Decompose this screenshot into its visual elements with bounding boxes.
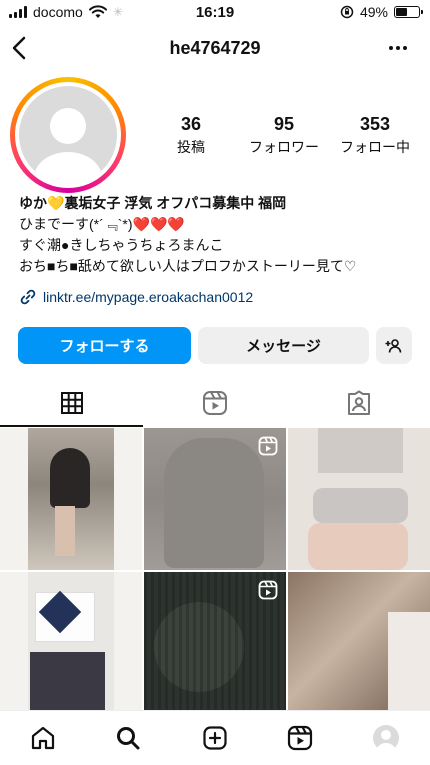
- orientation-lock-icon: [340, 5, 354, 19]
- active-tab-indicator: [0, 425, 143, 427]
- post-thumbnail[interactable]: [0, 428, 142, 570]
- bio-line-2: すぐ潮●きしちゃうちょろまんこ: [19, 237, 224, 253]
- post-thumbnail[interactable]: [288, 428, 430, 570]
- stat-followers-label: フォロワー: [249, 139, 319, 155]
- nav-reels[interactable]: [285, 723, 315, 753]
- nav-search[interactable]: [113, 723, 143, 753]
- profile-username: he4764729: [169, 38, 261, 58]
- reel-icon: [258, 436, 278, 456]
- yellow-heart-icon: 💛: [47, 195, 65, 211]
- search-icon: [117, 727, 140, 750]
- stat-followers[interactable]: 95 フォロワー: [239, 114, 329, 157]
- stat-posts[interactable]: 36 投稿: [146, 114, 236, 157]
- post-grid: [0, 428, 430, 710]
- tab-tagged[interactable]: [287, 380, 430, 426]
- create-post-icon: [203, 726, 227, 750]
- stat-following-label: フォロー中: [340, 139, 410, 155]
- nav-create[interactable]: [200, 723, 230, 753]
- bio-line-3: おち■ち■舐めて欲しい人はプロフかストーリー見て♡: [19, 258, 357, 274]
- post-thumbnail[interactable]: [144, 428, 286, 570]
- tab-reels[interactable]: [143, 380, 286, 426]
- post-thumbnail[interactable]: [0, 572, 142, 710]
- profile-header: he4764729: [0, 28, 430, 68]
- post-thumbnail[interactable]: [144, 572, 286, 710]
- follow-button[interactable]: フォローする: [18, 327, 191, 364]
- nav-home[interactable]: [28, 723, 58, 753]
- more-options-icon[interactable]: [386, 36, 410, 60]
- bio-line-1-text: ひまでーす(*´﹃`*): [19, 216, 133, 232]
- battery-icon: [394, 6, 423, 18]
- default-avatar-icon: [34, 108, 102, 184]
- link-icon: [20, 289, 36, 305]
- home-icon: [31, 726, 55, 750]
- profile-link[interactable]: linktr.ee/mypage.eroakachan0012: [19, 288, 253, 306]
- status-bar: docomo ✳ 16:19 49%: [0, 0, 430, 24]
- profile-tabs: [0, 380, 430, 427]
- reels-icon: [202, 391, 227, 415]
- stat-posts-label: 投稿: [177, 139, 205, 155]
- avatar: [19, 86, 117, 184]
- stat-posts-count: 36: [180, 114, 202, 134]
- profile-avatar-icon: [373, 725, 399, 752]
- profile-display-name: ゆか💛裏垢女子 浮気 オフパコ募集中 福岡: [19, 193, 424, 214]
- tagged-icon: [347, 390, 370, 415]
- nav-profile[interactable]: [371, 723, 401, 753]
- bottom-navigation: [0, 710, 430, 765]
- grid-icon: [60, 392, 83, 414]
- suggest-users-button[interactable]: [376, 327, 412, 364]
- tab-posts[interactable]: [0, 380, 143, 426]
- bio-line-1: ひまでーす(*´﹃`*)❤️❤️❤️: [19, 214, 424, 235]
- display-name-rest: 裏垢女子 浮気 オフパコ募集中 福岡: [64, 195, 287, 211]
- post-thumbnail[interactable]: [288, 572, 430, 710]
- battery-percent: 49%: [359, 4, 388, 20]
- reel-icon: [258, 580, 278, 600]
- stat-following-count: 353: [359, 114, 391, 134]
- add-person-icon: [385, 338, 402, 353]
- stat-following[interactable]: 353 フォロー中: [330, 114, 420, 157]
- profile-bio: ゆか💛裏垢女子 浮気 オフパコ募集中 福岡 ひまでーす(*´﹃`*)❤️❤️❤️…: [19, 193, 424, 277]
- avatar-story-ring[interactable]: [10, 77, 126, 193]
- stat-followers-count: 95: [273, 114, 295, 134]
- reels-icon: [287, 725, 313, 751]
- message-button[interactable]: メッセージ: [198, 327, 369, 364]
- profile-stats: 36 投稿 95 フォロワー 353 フォロー中: [140, 114, 430, 164]
- profile-link-text: linktr.ee/mypage.eroakachan0012: [43, 289, 254, 305]
- red-hearts: ❤️❤️❤️: [132, 216, 185, 232]
- display-name-prefix: ゆか: [19, 195, 47, 211]
